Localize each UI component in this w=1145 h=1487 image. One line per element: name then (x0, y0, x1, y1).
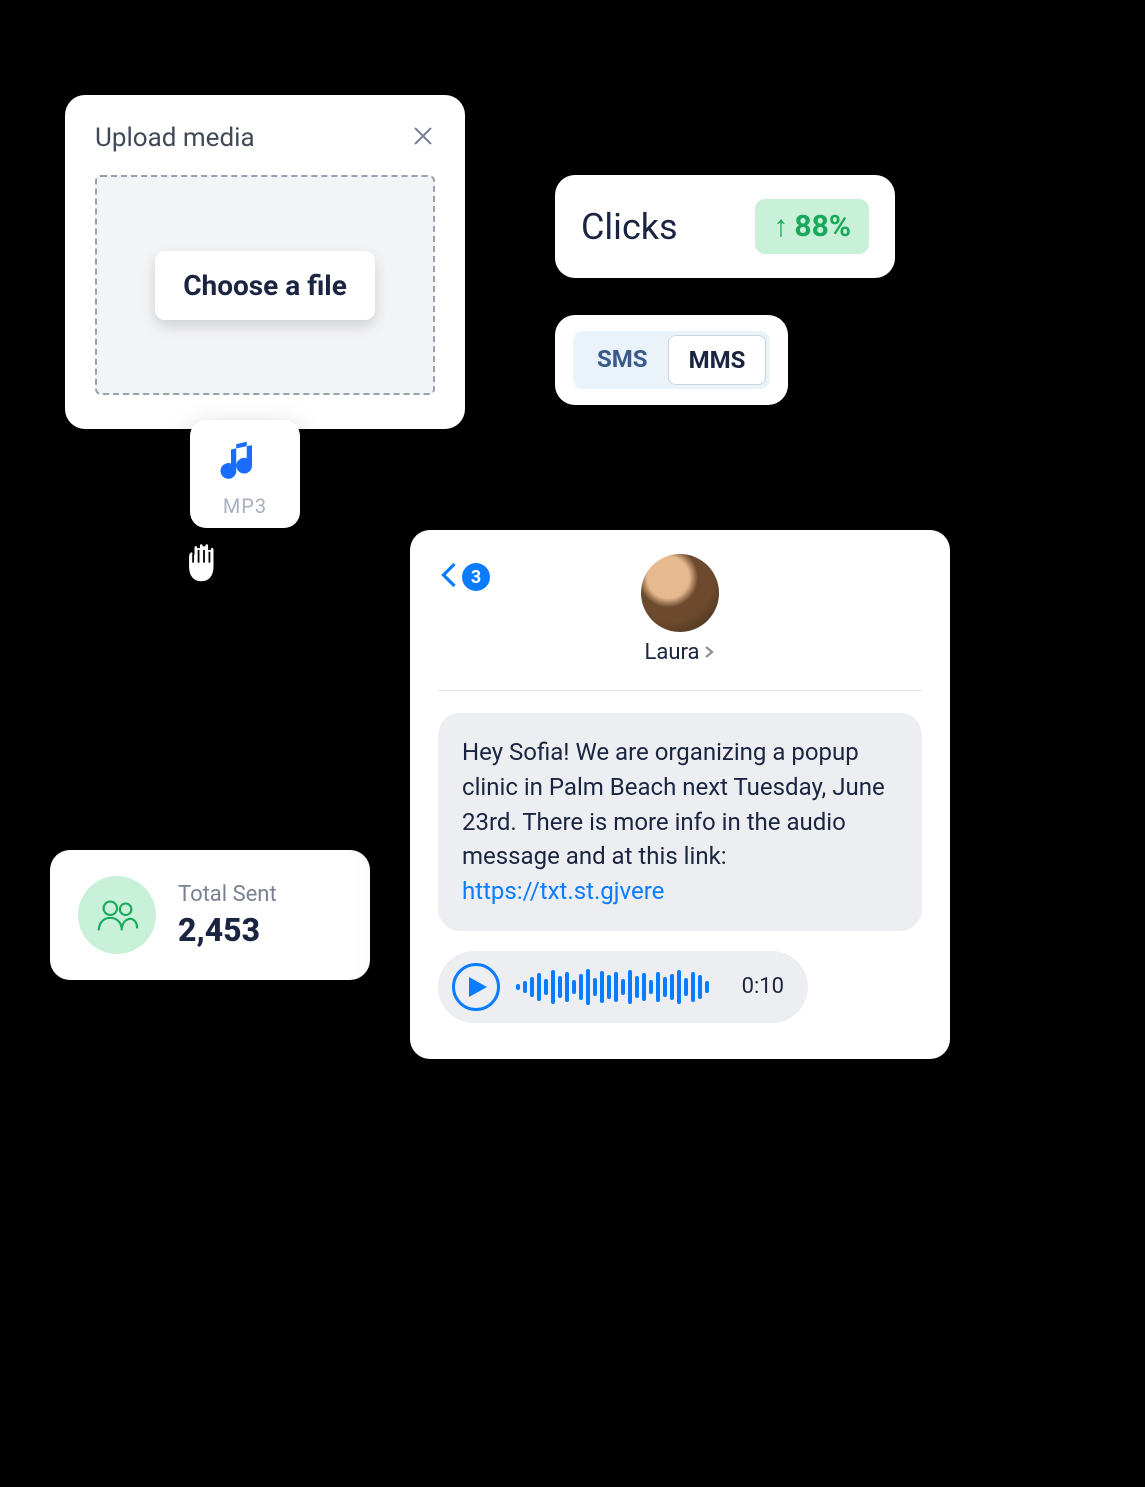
music-note-icon (217, 473, 273, 492)
back-button[interactable]: 3 (438, 560, 490, 594)
drop-zone[interactable]: Choose a file (95, 175, 435, 395)
contact-name: Laura (645, 640, 700, 665)
total-sent-value: 2,453 (178, 911, 277, 949)
message-text: Hey Sofia! We are organizing a popup cli… (462, 738, 885, 870)
conversation-header: 3 Laura (438, 554, 922, 684)
audio-waveform[interactable] (516, 967, 709, 1007)
total-sent-label: Total Sent (178, 882, 277, 907)
contact-header[interactable]: Laura (641, 554, 719, 665)
clicks-card: Clicks ↑ 88% (555, 175, 895, 278)
message-link[interactable]: https://txt.st.gjvere (462, 877, 664, 905)
clicks-badge: ↑ 88% (755, 199, 869, 254)
audio-message-bubble: 0:10 (438, 951, 808, 1023)
upload-header: Upload media (95, 123, 435, 153)
choose-file-button[interactable]: Choose a file (155, 251, 375, 320)
sms-mms-segment: SMS MMS (573, 331, 770, 389)
sms-mms-toggle-card: SMS MMS (555, 315, 788, 405)
unread-count-badge: 3 (462, 563, 490, 591)
clicks-label: Clicks (581, 206, 678, 248)
close-icon[interactable] (411, 124, 435, 152)
message-bubble: Hey Sofia! We are organizing a popup cli… (438, 713, 922, 931)
audio-duration: 0:10 (742, 974, 784, 999)
users-icon (78, 876, 156, 954)
upload-media-card: Upload media Choose a file (65, 95, 465, 429)
chevron-right-icon (703, 640, 715, 665)
avatar (641, 554, 719, 632)
upload-title: Upload media (95, 123, 255, 153)
arrow-up-icon: ↑ (773, 209, 788, 244)
play-button[interactable] (452, 963, 500, 1011)
total-sent-card: Total Sent 2,453 (50, 850, 370, 980)
segment-sms[interactable]: SMS (577, 335, 668, 385)
segment-mms[interactable]: MMS (668, 335, 767, 385)
chevron-left-icon (438, 560, 460, 594)
contact-name-row: Laura (645, 640, 716, 665)
conversation-card: 3 Laura Hey Sofia! We are organizing a p… (410, 530, 950, 1059)
clicks-value: 88% (794, 209, 851, 244)
grab-cursor-icon (175, 530, 233, 592)
divider (438, 690, 922, 691)
file-extension-label: MP3 (190, 494, 300, 518)
total-sent-text: Total Sent 2,453 (178, 882, 277, 949)
file-chip-mp3[interactable]: MP3 (190, 420, 300, 528)
